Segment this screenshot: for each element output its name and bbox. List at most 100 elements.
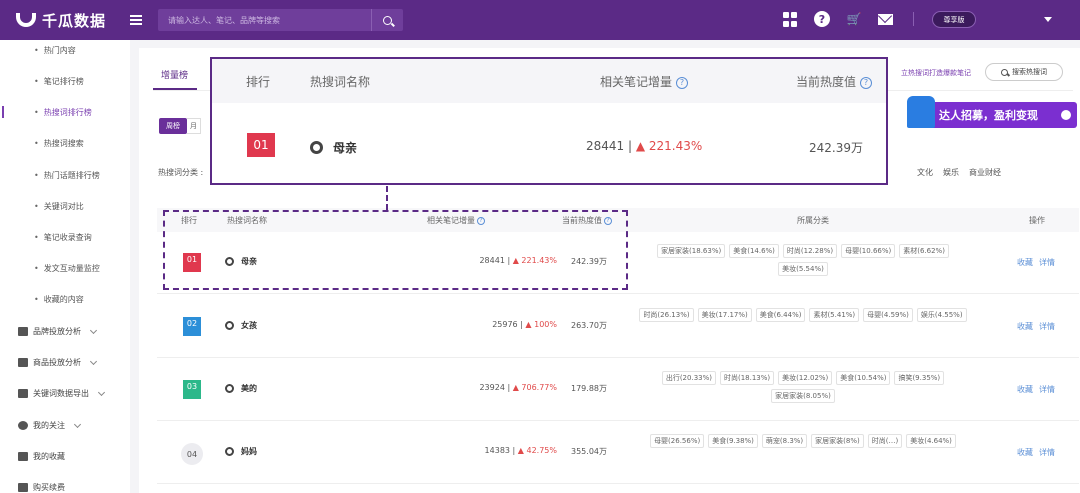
- category-filter: 文化 娱乐 商业财经: [917, 167, 1001, 178]
- search-button[interactable]: [371, 9, 403, 31]
- hot-word-search-button[interactable]: 搜索热搜词: [985, 63, 1063, 81]
- search-input[interactable]: [158, 15, 371, 25]
- sidebar-item-hot-content[interactable]: 热门内容: [34, 45, 76, 56]
- period-week-button[interactable]: 周榜: [159, 118, 187, 134]
- sidebar-group-my-follow[interactable]: 我的关注: [18, 420, 82, 431]
- callout-header-rank: 排行: [246, 75, 271, 89]
- hot-word-guide-link[interactable]: 立热搜词打造爆款笔记: [901, 68, 971, 78]
- sidebar-item-note-index-query[interactable]: 笔记收录查询: [34, 232, 92, 243]
- folder-icon: [18, 452, 28, 461]
- help-icon: ?: [676, 76, 689, 89]
- search-icon: [1001, 68, 1008, 76]
- sidebar-group-purchase[interactable]: 购买续费: [18, 482, 65, 493]
- help-icon[interactable]: ?: [814, 11, 830, 27]
- category-tag: 娱乐(4.55%): [916, 308, 967, 322]
- detail-link[interactable]: 详情: [1039, 322, 1055, 331]
- collect-link[interactable]: 收藏: [1017, 322, 1033, 331]
- sidebar-item-topic-ranking[interactable]: 热门话题排行榜: [34, 170, 100, 181]
- detail-link[interactable]: 详情: [1039, 385, 1055, 394]
- drop-icon: [225, 384, 234, 393]
- note-increment: 23924 | ▲ 706.77%: [479, 383, 557, 392]
- category-tag: 母婴(26.56%): [650, 434, 705, 448]
- sidebar-group-product-analysis[interactable]: 商品投放分析: [18, 357, 98, 368]
- export-icon: [18, 389, 28, 398]
- sidebar-group-brand-analysis[interactable]: 品牌投放分析: [18, 326, 98, 337]
- period-month-button[interactable]: 月: [187, 118, 201, 134]
- collect-link[interactable]: 收藏: [1017, 448, 1033, 457]
- logo[interactable]: 千瓜数据: [16, 10, 106, 31]
- sidebar-item-hot-word-search[interactable]: 热搜词搜索: [34, 138, 84, 149]
- category-business[interactable]: 商业财经: [969, 167, 1001, 178]
- rank-badge: 04: [181, 443, 203, 465]
- hot-word[interactable]: 妈妈: [225, 446, 257, 457]
- category-label: 热搜词分类 :: [158, 168, 204, 177]
- chevron-down-icon: [89, 357, 98, 365]
- hot-word[interactable]: 女孩: [225, 320, 257, 331]
- sidebar-item-saved-content[interactable]: 收藏的内容: [34, 294, 84, 305]
- callout-header-heat: 当前热度值?: [796, 73, 873, 90]
- cart-icon[interactable]: 🛒: [846, 11, 862, 27]
- drop-icon: [225, 321, 234, 330]
- search-icon: [383, 15, 392, 25]
- category-culture[interactable]: 文化: [917, 167, 933, 178]
- callout-header-notes: 相关笔记增量?: [600, 73, 689, 90]
- sidebar-item-hot-word-ranking[interactable]: 热搜词排行榜: [34, 107, 92, 118]
- category-tag: 时尚(…): [867, 434, 903, 448]
- table-row: 03 美的 23924 | ▲ 706.77% 179.88万 出行(20.33…: [157, 359, 1079, 421]
- detail-link[interactable]: 详情: [1039, 448, 1055, 457]
- search-box: [158, 9, 403, 31]
- heat-value: 263.70万: [571, 321, 607, 330]
- category-tags: 母婴(26.56%) 美食(9.38%) 萌宠(8.3%) 家居家装(8%) 时…: [633, 434, 973, 448]
- category-entertainment[interactable]: 娱乐: [943, 167, 959, 178]
- collect-link[interactable]: 收藏: [1017, 385, 1033, 394]
- sidebar-group-keyword-export[interactable]: 关键词数据导出: [18, 388, 106, 399]
- growth-value: ▲ 706.77%: [512, 383, 557, 392]
- callout-connector: [386, 186, 388, 210]
- logo-icon: [16, 13, 36, 27]
- drop-icon: [225, 447, 234, 456]
- header-category: 所属分类: [797, 216, 829, 225]
- category-tag: 美食(14.6%): [729, 244, 779, 258]
- product-icon: [18, 358, 28, 367]
- highlight-dashed-box: [163, 210, 628, 290]
- chevron-down-icon: [73, 420, 82, 428]
- row-actions: 收藏 详情: [1017, 257, 1055, 268]
- header-ops: 操作: [1029, 216, 1045, 225]
- apps-grid-icon[interactable]: [782, 11, 798, 27]
- category-tag: 美妆(12.02%): [778, 371, 833, 385]
- category-tag: 素材(6.62%): [899, 244, 949, 258]
- callout-header: 排行 热搜词名称 相关笔记增量? 当前热度值?: [212, 59, 886, 103]
- collect-link[interactable]: 收藏: [1017, 258, 1033, 267]
- category-tag: 搞笑(9.35%): [894, 371, 945, 385]
- top-bar: 千瓜数据 ? 🛒 尊享版: [0, 0, 1080, 40]
- sidebar-item-interaction-monitor[interactable]: 发文互动量监控: [34, 263, 100, 274]
- callout-growth-value: ▲ 221.43%: [635, 139, 703, 153]
- category-tag: 母婴(4.59%): [863, 308, 913, 322]
- user-menu-caret-icon[interactable]: [1044, 17, 1052, 22]
- sidebar-item-note-ranking[interactable]: 笔记排行榜: [34, 76, 84, 87]
- category-tags: 时尚(26.13%) 美妆(17.17%) 美食(6.44%) 素材(5.41%…: [633, 308, 973, 322]
- sidebar-item-keyword-compare[interactable]: 关键词对比: [34, 201, 84, 212]
- brand-name: 千瓜数据: [42, 11, 107, 30]
- callout-rank-badge: 01: [247, 133, 275, 157]
- growth-value: ▲ 100%: [525, 320, 557, 329]
- vip-badge[interactable]: 尊享版: [932, 11, 976, 28]
- sidebar-group-my-favorites[interactable]: 我的收藏: [18, 451, 65, 462]
- mail-icon[interactable]: [878, 13, 893, 25]
- chevron-down-icon: [97, 388, 106, 396]
- category-tag: 美食(10.54%): [836, 371, 891, 385]
- category-tag: 母婴(10.66%): [841, 244, 896, 258]
- heat-value: 355.04万: [571, 447, 607, 456]
- promo-banner[interactable]: 达人招募，盈利变现: [907, 96, 1077, 128]
- category-tag: 美妆(17.17%): [697, 308, 752, 322]
- rank-badge: 03: [183, 380, 201, 399]
- callout-hot-word: 母亲: [310, 139, 357, 156]
- active-marker: [2, 106, 4, 118]
- category-tag: 家居家装(18.63%): [657, 244, 726, 258]
- menu-toggle-icon[interactable]: [130, 15, 143, 25]
- note-increment: 14383 | ▲ 42.75%: [484, 446, 557, 455]
- detail-link[interactable]: 详情: [1039, 258, 1055, 267]
- hot-word[interactable]: 美的: [225, 383, 257, 394]
- category-tags: 出行(20.33%) 时尚(18.13%) 美妆(12.02%) 美食(10.5…: [633, 371, 973, 403]
- tab-increment-ranking[interactable]: 增量榜: [161, 68, 188, 81]
